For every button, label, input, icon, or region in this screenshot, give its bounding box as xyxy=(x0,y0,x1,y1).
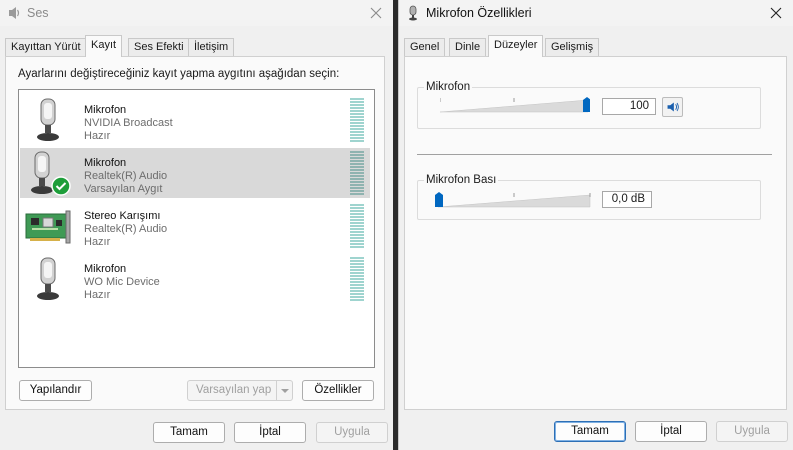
device-name: Mikrofon xyxy=(84,263,127,275)
close-icon[interactable] xyxy=(367,4,385,22)
mic-properties-tabs: Genel Dinle Düzeyler Gelişmiş xyxy=(404,35,785,57)
microphone-boost-group: Mikrofon Bası 0,0 dB xyxy=(417,174,761,220)
tab-recording[interactable]: Kayıt xyxy=(85,35,123,57)
chevron-down-icon[interactable] xyxy=(276,381,292,400)
level-meter xyxy=(350,98,364,142)
level-meter xyxy=(350,151,364,195)
sound-tabs: Kayıttan Yürüt Kayıt Ses Efekti İletişim xyxy=(5,35,385,57)
mic-properties-title: Mikrofon Özellikleri xyxy=(426,6,532,20)
instruction-text: Ayarlarını değiştireceğiniz kayıt yapma … xyxy=(18,68,340,80)
tab-sound-effects[interactable]: Ses Efekti xyxy=(128,38,190,56)
microphone-icon xyxy=(409,5,417,21)
microphone-level-value[interactable]: 100 xyxy=(602,98,656,115)
sound-titlebar: Ses xyxy=(0,0,393,26)
tab-communications[interactable]: İletişim xyxy=(188,38,235,56)
group-separator xyxy=(417,154,772,155)
sound-window: Ses Kayıttan Yürüt Kayıt Ses Efekti İlet… xyxy=(0,0,393,450)
mic-properties-titlebar: Mikrofon Özellikleri xyxy=(399,0,793,26)
tab-levels[interactable]: Düzeyler xyxy=(488,35,544,57)
microphone-default-icon xyxy=(31,151,71,196)
apply-button[interactable]: Uygula xyxy=(716,421,788,442)
ok-button[interactable]: Tamam xyxy=(554,421,626,442)
sound-window-title: Ses xyxy=(27,6,49,20)
device-item-nvidia-broadcast[interactable]: Mikrofon NVIDIA Broadcast Hazır xyxy=(20,95,370,145)
level-meter xyxy=(350,204,364,248)
microphone-boost-value[interactable]: 0,0 dB xyxy=(602,191,652,208)
device-status: Hazır xyxy=(84,236,111,248)
speaker-icon xyxy=(667,102,679,112)
properties-button[interactable]: Özellikler xyxy=(302,380,374,401)
apply-button[interactable]: Uygula xyxy=(316,422,388,443)
mic-properties-window: Mikrofon Özellikleri Genel Dinle Düzeyle… xyxy=(398,0,793,450)
tab-playback[interactable]: Kayıttan Yürüt xyxy=(5,38,87,56)
device-item-stereo-mix[interactable]: Stereo Karışımı Realtek(R) Audio Hazır xyxy=(20,201,370,251)
microphone-level-group: Mikrofon 100 xyxy=(417,81,761,129)
tab-general[interactable]: Genel xyxy=(404,38,446,56)
device-status: Hazır xyxy=(84,130,111,142)
tab-listen[interactable]: Dinle xyxy=(449,38,487,56)
close-icon[interactable] xyxy=(767,4,785,22)
tab-advanced[interactable]: Gelişmiş xyxy=(545,38,600,56)
mute-toggle-button[interactable] xyxy=(662,97,683,117)
device-subtitle: NVIDIA Broadcast xyxy=(84,117,173,129)
configure-button[interactable]: Yapılandır xyxy=(19,380,92,401)
cancel-button[interactable]: İptal xyxy=(635,421,707,442)
device-item-realtek-mic[interactable]: Mikrofon Realtek(R) Audio Varsayılan Ayg… xyxy=(20,148,370,198)
microphone-level-slider[interactable] xyxy=(440,96,590,114)
circuit-board-icon xyxy=(25,210,71,244)
device-status: Varsayılan Aygıt xyxy=(84,183,163,195)
speaker-app-icon xyxy=(9,7,20,19)
device-subtitle: Realtek(R) Audio xyxy=(84,170,168,182)
microphone-level-label: Mikrofon xyxy=(424,81,473,93)
level-meter xyxy=(350,257,364,301)
device-status: Hazır xyxy=(84,289,111,301)
cancel-button[interactable]: İptal xyxy=(234,422,306,443)
device-subtitle: WO Mic Device xyxy=(84,276,160,288)
device-list: Mikrofon NVIDIA Broadcast Hazır Mikrofon… xyxy=(18,89,375,368)
device-subtitle: Realtek(R) Audio xyxy=(84,223,168,235)
microphone-icon xyxy=(37,257,59,300)
device-item-wo-mic[interactable]: Mikrofon WO Mic Device Hazır xyxy=(20,254,370,304)
set-default-button[interactable]: Varsayılan yap xyxy=(187,380,293,401)
microphone-boost-label: Mikrofon Bası xyxy=(424,174,499,186)
microphone-icon xyxy=(37,98,59,141)
microphone-boost-slider[interactable] xyxy=(434,191,592,209)
set-default-label: Varsayılan yap xyxy=(196,384,272,396)
device-name: Mikrofon xyxy=(84,104,127,116)
device-name: Stereo Karışımı xyxy=(84,210,161,222)
ok-button[interactable]: Tamam xyxy=(153,422,225,443)
device-name: Mikrofon xyxy=(84,157,127,169)
